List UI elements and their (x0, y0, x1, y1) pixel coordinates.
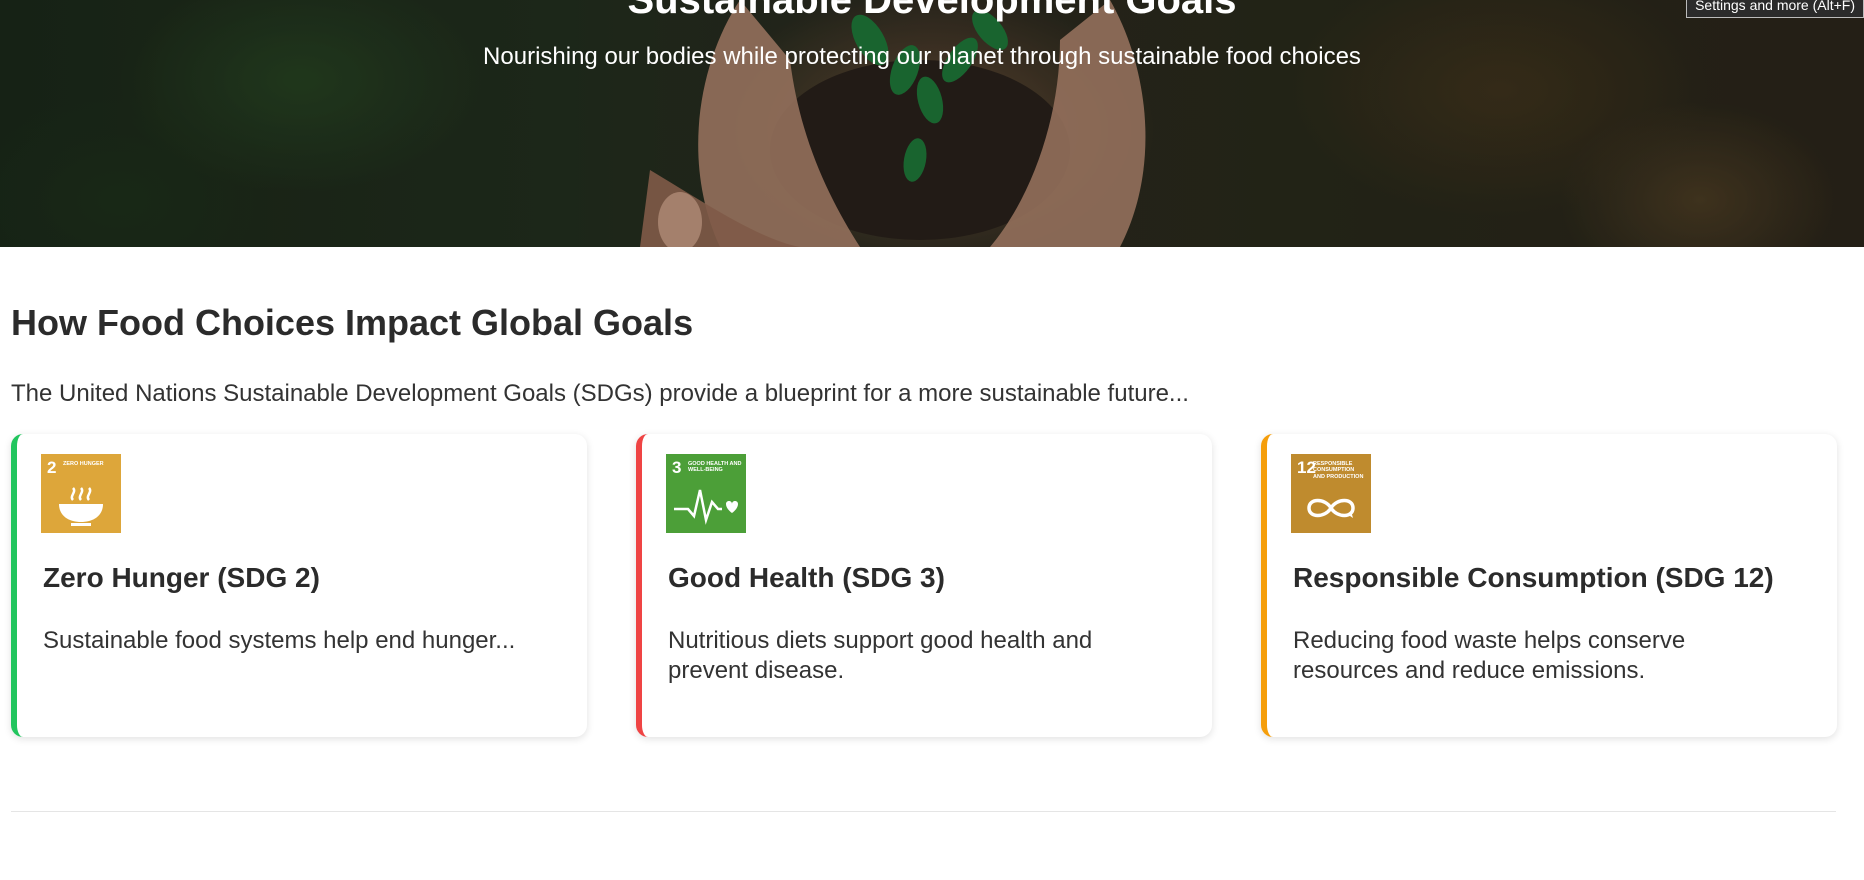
section-divider (11, 811, 1836, 812)
sdg-card-responsible-consumption: 12 RESPONSIBLE CONSUMPTION AND PRODUCTIO… (1261, 434, 1837, 737)
sdg-2-badge: 2 ZERO HUNGER (41, 454, 121, 533)
section-title: How Food Choices Impact Global Goals (11, 302, 694, 343)
card-title: Good Health (SDG 3) (668, 562, 945, 593)
settings-tooltip: Settings and more (Alt+F) (1686, 0, 1864, 18)
hero-overlay (0, 0, 1864, 247)
hero-banner: Sustainable Development Goals Nourishing… (0, 0, 1864, 247)
card-title: Responsible Consumption (SDG 12) (1293, 562, 1774, 593)
hero-title: Sustainable Development Goals (627, 0, 1237, 22)
card-text: Reducing food waste helps conserve resou… (1293, 627, 1686, 684)
sdg-12-badge: 12 RESPONSIBLE CONSUMPTION AND PRODUCTIO… (1291, 454, 1371, 533)
card-text: Sustainable food systems help end hunger… (43, 627, 516, 654)
section-intro: The United Nations Sustainable Developme… (11, 380, 1189, 407)
sdg-card-zero-hunger: 2 ZERO HUNGER Zero Hunger (SDG 2) Sustai… (11, 434, 587, 737)
card-title: Zero Hunger (SDG 2) (43, 562, 320, 593)
hero-subtitle: Nourishing our bodies while protecting o… (483, 43, 1361, 70)
sdg-card-good-health: 3 GOOD HEALTH AND WELL-BEING Good Health… (636, 434, 1212, 737)
card-text: Nutritious diets support good health and… (668, 627, 1093, 684)
sdg-3-badge: 3 GOOD HEALTH AND WELL-BEING (666, 454, 746, 533)
